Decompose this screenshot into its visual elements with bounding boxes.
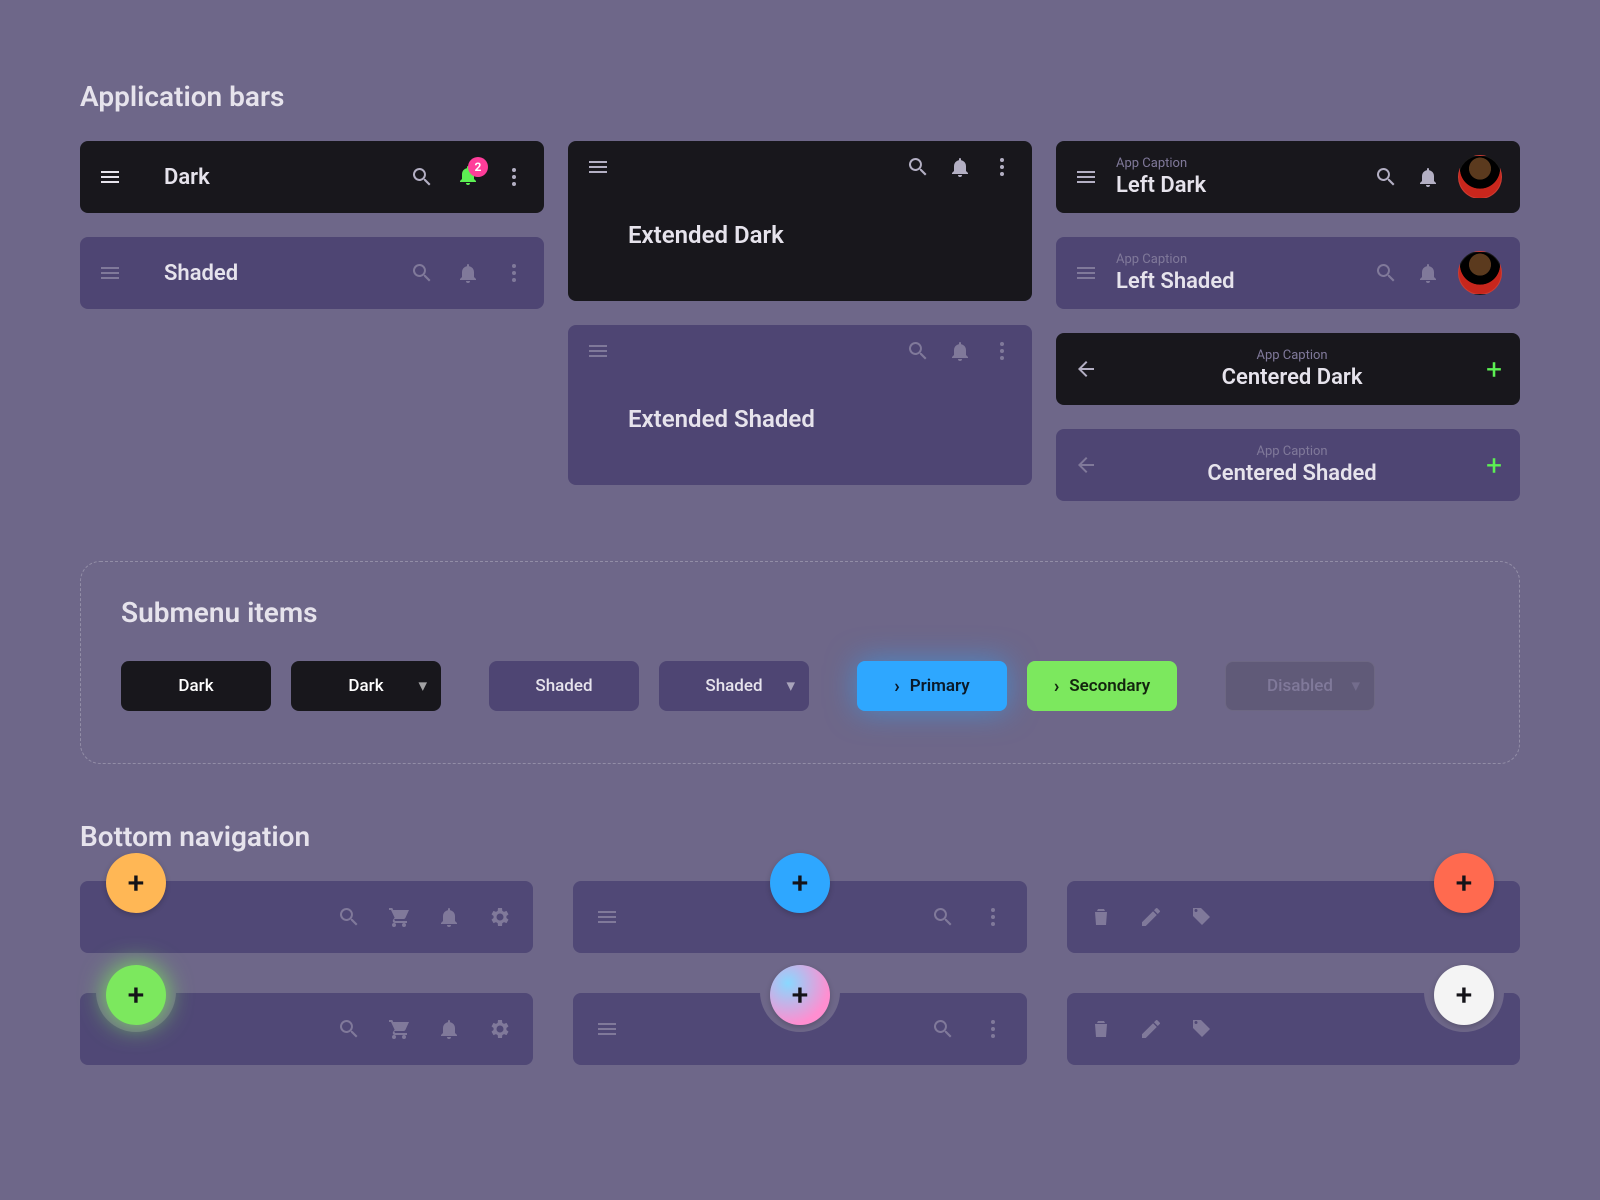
tag-icon[interactable]	[1189, 905, 1213, 929]
submenu-primary[interactable]: ›Primary	[857, 661, 1007, 711]
menu-icon[interactable]	[98, 261, 122, 285]
bell-icon[interactable]	[437, 905, 461, 929]
appbar-title: Centered Dark	[1222, 365, 1363, 390]
caret-down-icon: ▾	[786, 676, 795, 696]
submenu-container: Submenu items Dark Dark▾ Shaded Shaded▾ …	[80, 561, 1520, 764]
add-icon[interactable]: +	[1486, 353, 1502, 386]
appbar-title: Extended Dark	[568, 211, 1032, 271]
avatar[interactable]	[1458, 251, 1502, 295]
bell-icon[interactable]	[437, 1017, 461, 1041]
appbar-caption: App Caption	[1256, 444, 1327, 459]
fab-add[interactable]: +	[1434, 853, 1494, 913]
menu-icon[interactable]	[1074, 261, 1098, 285]
search-icon[interactable]	[337, 1017, 361, 1041]
menu-icon[interactable]	[1074, 165, 1098, 189]
section-title-submenu: Submenu items	[121, 596, 1479, 629]
bottomnav-left-fab-orange: +	[80, 881, 533, 953]
notification-badge: 2	[468, 157, 488, 177]
bell-icon[interactable]	[1416, 261, 1440, 285]
menu-icon[interactable]	[586, 339, 610, 363]
bottomnav-center-fab-blue: +	[573, 881, 1026, 953]
appbar-extended-shaded: Extended Shaded	[568, 325, 1032, 485]
avatar[interactable]	[1458, 155, 1502, 199]
appbar-caption: App Caption	[1116, 252, 1356, 267]
fab-add[interactable]: +	[770, 965, 830, 1025]
submenu-secondary[interactable]: ›Secondary	[1027, 661, 1177, 711]
appbar-left-dark: App Caption Left Dark	[1056, 141, 1520, 213]
cart-icon[interactable]	[387, 905, 411, 929]
caret-down-icon: ▾	[1351, 676, 1360, 696]
submenu-dark[interactable]: Dark	[121, 661, 271, 711]
search-icon[interactable]	[906, 339, 930, 363]
search-icon[interactable]	[337, 905, 361, 929]
appbar-caption: App Caption	[1116, 156, 1356, 171]
bell-icon[interactable]	[456, 261, 480, 285]
arrow-back-icon[interactable]	[1074, 357, 1098, 381]
gear-icon[interactable]	[487, 905, 511, 929]
more-vert-icon[interactable]	[990, 155, 1014, 179]
search-icon[interactable]	[906, 155, 930, 179]
trash-icon[interactable]	[1089, 905, 1113, 929]
search-icon[interactable]	[410, 261, 434, 285]
more-vert-icon[interactable]	[981, 905, 1005, 929]
appbar-title: Dark	[140, 165, 392, 190]
appbar-centered-dark: App Caption Centered Dark +	[1056, 333, 1520, 405]
chevron-right-icon: ›	[1054, 676, 1059, 697]
appbar-title: Centered Shaded	[1207, 461, 1376, 486]
bottomnav-notch-left-green: +	[80, 993, 533, 1065]
gear-icon[interactable]	[487, 1017, 511, 1041]
bottomnav-right-fab-red: +	[1067, 881, 1520, 953]
search-icon[interactable]	[931, 905, 955, 929]
search-icon[interactable]	[410, 165, 434, 189]
more-vert-icon[interactable]	[981, 1017, 1005, 1041]
fab-add[interactable]: +	[106, 965, 166, 1025]
more-vert-icon[interactable]	[502, 165, 526, 189]
bottomnav-notch-right-white: +	[1067, 993, 1520, 1065]
trash-icon[interactable]	[1089, 1017, 1113, 1041]
menu-icon[interactable]	[595, 1017, 619, 1041]
more-vert-icon[interactable]	[990, 339, 1014, 363]
appbars-grid: Dark 2 Shaded	[80, 141, 1520, 501]
add-icon[interactable]: +	[1486, 449, 1502, 482]
submenu-shaded[interactable]: Shaded	[489, 661, 639, 711]
pencil-icon[interactable]	[1139, 905, 1163, 929]
chevron-right-icon: ›	[894, 676, 899, 697]
appbar-caption: App Caption	[1256, 348, 1327, 363]
menu-icon[interactable]	[98, 165, 122, 189]
search-icon[interactable]	[931, 1017, 955, 1041]
caret-down-icon: ▾	[418, 676, 427, 696]
section-title-bottomnav: Bottom navigation	[80, 820, 1520, 853]
fab-add[interactable]: +	[770, 853, 830, 913]
menu-icon[interactable]	[586, 155, 610, 179]
submenu-disabled: Disabled▾	[1225, 661, 1375, 711]
search-icon[interactable]	[1374, 261, 1398, 285]
section-title-appbars: Application bars	[80, 80, 1520, 113]
appbar-title: Left Dark	[1116, 173, 1356, 198]
cart-icon[interactable]	[387, 1017, 411, 1041]
bell-icon[interactable]	[948, 155, 972, 179]
tag-icon[interactable]	[1189, 1017, 1213, 1041]
bell-icon[interactable]	[1416, 165, 1440, 189]
bottomnav-grid: + + + +	[80, 881, 1520, 1065]
more-vert-icon[interactable]	[502, 261, 526, 285]
arrow-back-icon[interactable]	[1074, 453, 1098, 477]
search-icon[interactable]	[1374, 165, 1398, 189]
bell-icon[interactable]	[948, 339, 972, 363]
fab-add[interactable]: +	[1434, 965, 1494, 1025]
submenu-dark-dropdown[interactable]: Dark▾	[291, 661, 441, 711]
appbar-title: Extended Shaded	[568, 395, 1032, 455]
appbar-shaded: Shaded	[80, 237, 544, 309]
appbar-left-shaded: App Caption Left Shaded	[1056, 237, 1520, 309]
bottomnav-notch-center-gradient: +	[573, 993, 1026, 1065]
appbar-centered-shaded: App Caption Centered Shaded +	[1056, 429, 1520, 501]
menu-icon[interactable]	[595, 905, 619, 929]
appbar-extended-dark: Extended Dark	[568, 141, 1032, 301]
pencil-icon[interactable]	[1139, 1017, 1163, 1041]
appbar-title: Left Shaded	[1116, 269, 1356, 294]
appbar-title: Shaded	[140, 261, 392, 286]
submenu-shaded-dropdown[interactable]: Shaded▾	[659, 661, 809, 711]
fab-add[interactable]: +	[106, 853, 166, 913]
appbar-dark: Dark 2	[80, 141, 544, 213]
